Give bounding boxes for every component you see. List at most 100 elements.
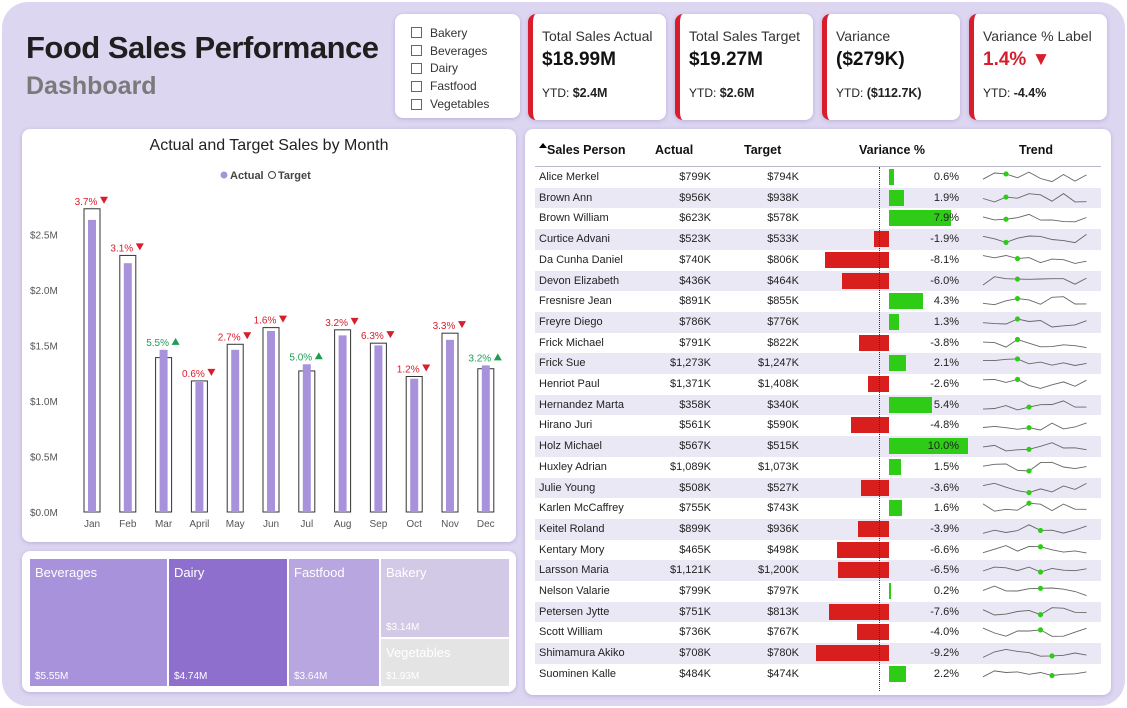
table-row[interactable]: Suominen Kalle $484K $474K 2.2%	[535, 664, 1101, 685]
tile-label: Bakery	[386, 565, 427, 580]
cell-variance-pct: 10.0%	[927, 440, 959, 453]
table-row[interactable]: Alice Merkel $799K $794K 0.6%	[535, 167, 1101, 188]
trend-sparkline	[982, 649, 1087, 659]
kpi-card-variance: Variance ($279K) YTD: ($112.7K)	[822, 14, 960, 120]
x-tick-label: Oct	[406, 519, 422, 530]
variance-bar	[858, 334, 889, 351]
trend-sparkline	[982, 524, 1087, 534]
cell-variance-pct: 1.9%	[933, 191, 959, 204]
header-actual[interactable]: Actual	[655, 143, 693, 157]
data-label: 5.5%	[146, 338, 169, 349]
cell-actual: $956K	[679, 191, 711, 204]
x-tick-label: Sep	[370, 519, 388, 530]
checkbox[interactable]	[411, 45, 422, 57]
treemap-tile-beverages[interactable]: Beverages $5.55M	[30, 559, 167, 686]
cell-actual: $736K	[679, 626, 711, 639]
sparkline-path	[982, 628, 1087, 638]
header-target[interactable]: Target	[744, 143, 781, 157]
table-row[interactable]: Fresnisre Jean $891K $855K 4.3%	[535, 291, 1101, 312]
tile-label: Fastfood	[294, 565, 345, 580]
header-trend[interactable]: Trend	[1019, 143, 1053, 157]
actual-bar	[123, 263, 132, 512]
table-row[interactable]: Julie Young $508K $527K -3.6%	[535, 477, 1101, 499]
slicer-item-bakery[interactable]: Bakery	[411, 24, 520, 42]
cell-variance-pct: 7.9%	[933, 212, 959, 225]
table-row[interactable]: Nelson Valarie $799K $797K 0.2%	[535, 581, 1101, 602]
table-row[interactable]: Brown Ann $956K $938K 1.9%	[535, 187, 1101, 209]
table-row[interactable]: Keitel Roland $899K $936K -3.9%	[535, 518, 1101, 540]
variance-bar	[841, 272, 889, 289]
cell-sales-person: Devon Elizabeth	[539, 274, 620, 287]
cell-sales-person: Hernandez Marta	[539, 398, 624, 411]
checkbox[interactable]	[411, 80, 422, 92]
checkbox[interactable]	[411, 27, 422, 39]
cell-variance-pct: -4.8%	[930, 419, 959, 432]
table-row[interactable]: Brown William $623K $578K 7.9%	[535, 208, 1101, 229]
table-row[interactable]: Hernandez Marta $358K $340K 5.4%	[535, 394, 1101, 416]
sparkline-marker	[1026, 425, 1032, 431]
sparkline-path	[982, 358, 1087, 367]
x-tick-label: Feb	[119, 519, 137, 530]
kpi-ytd: YTD: ($112.7K)	[836, 86, 960, 100]
table-row[interactable]: Kentary Mory $465K $498K -6.6%	[535, 540, 1101, 561]
treemap-tile-dairy[interactable]: Dairy $4.74M	[169, 559, 287, 686]
cell-actual: $465K	[679, 543, 711, 556]
up-triangle-icon	[171, 337, 180, 345]
cell-target: $515K	[767, 440, 799, 453]
table-row[interactable]: Curtice Advani $523K $533K -1.9%	[535, 229, 1101, 250]
table-row[interactable]: Karlen McCaffrey $755K $743K 1.6%	[535, 498, 1101, 519]
sparkline-path	[982, 275, 1087, 285]
variance-bar	[857, 624, 889, 641]
cell-target: $340K	[767, 398, 799, 411]
variance-bar	[889, 458, 901, 475]
cell-target: $1,408K	[758, 378, 799, 390]
sparkline-path	[982, 192, 1087, 203]
table-row[interactable]: Frick Michael $791K $822K -3.8%	[535, 333, 1101, 354]
kpi-value: $19.27M	[689, 49, 763, 70]
table-row[interactable]: Frick Sue $1,273K $1,247K 2.1%	[535, 353, 1101, 374]
table-row[interactable]: Scott William $736K $767K -4.0%	[535, 622, 1101, 643]
table-row[interactable]: Henriot Paul $1,371K $1,408K -2.6%	[535, 374, 1101, 395]
y-tick-label: $1.5M	[30, 341, 58, 352]
slicer-item-beverages[interactable]: Beverages	[411, 42, 520, 60]
slicer-item-vegetables[interactable]: Vegetables	[411, 95, 520, 113]
checkbox[interactable]	[411, 62, 422, 74]
table-row[interactable]: Devon Elizabeth $436K $464K -6.0%	[535, 270, 1101, 292]
sort-asc-icon[interactable]	[539, 143, 547, 148]
treemap-tile-bakery[interactable]: Bakery $3.14M	[381, 559, 509, 637]
sparkline-marker	[1037, 611, 1044, 617]
cell-actual: $755K	[679, 502, 711, 515]
kpi-label: Total Sales Actual	[542, 28, 653, 44]
cell-variance-pct: -8.1%	[930, 253, 959, 266]
tile-label: Dairy	[174, 565, 205, 580]
table-row[interactable]: Freyre Diego $786K $776K 1.3%	[535, 311, 1101, 333]
slicer-item-dairy[interactable]: Dairy	[411, 60, 520, 78]
actual-bar	[481, 365, 490, 512]
treemap-tile-fastfood[interactable]: Fastfood $3.64M	[289, 559, 379, 686]
sparkline-path	[982, 566, 1087, 573]
trend-sparkline	[982, 627, 1087, 638]
table-row[interactable]: Holz Michael $567K $515K 10.0%	[535, 436, 1101, 457]
chart-title: Actual and Target Sales by Month	[150, 137, 389, 154]
x-tick-label: Jan	[84, 519, 100, 530]
table-row[interactable]: Petersen Jytte $751K $813K -7.6%	[535, 601, 1101, 623]
table-row[interactable]: Hirano Juri $561K $590K -4.8%	[535, 415, 1101, 436]
cell-variance-pct: -2.6%	[930, 378, 959, 390]
cell-sales-person: Karlen McCaffrey	[539, 502, 624, 515]
checkbox[interactable]	[411, 98, 422, 110]
header-variance-pct[interactable]: Variance %	[859, 143, 925, 157]
cell-actual: $623K	[679, 212, 711, 225]
sparkline-path	[982, 234, 1087, 244]
treemap-tile-vegetables[interactable]: Vegetables $1.93M	[381, 639, 509, 686]
cell-actual: $561K	[679, 419, 711, 432]
table-row[interactable]: Da Cunha Daniel $740K $806K -8.1%	[535, 250, 1101, 271]
table-row[interactable]: Larsson Maria $1,121K $1,200K -6.5%	[535, 560, 1101, 581]
table-row[interactable]: Huxley Adrian $1,089K $1,073K 1.5%	[535, 457, 1101, 478]
data-label: 3.3%	[433, 321, 456, 332]
header-sales-person[interactable]: Sales Person	[547, 143, 626, 157]
sparkline-marker	[1049, 672, 1055, 678]
cell-target: $776K	[767, 315, 799, 328]
variance-bar	[889, 665, 907, 682]
table-row[interactable]: Shimamura Akiko $708K $780K -9.2%	[535, 643, 1101, 664]
slicer-item-fastfood[interactable]: Fastfood	[411, 77, 520, 95]
